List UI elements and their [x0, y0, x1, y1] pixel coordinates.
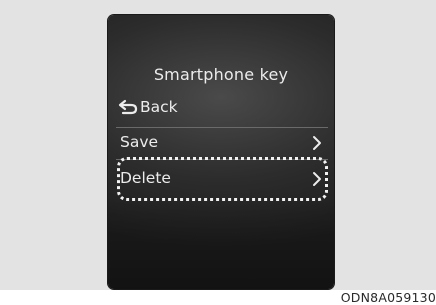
menu-item-label: Save [120, 133, 159, 151]
figure-code: ODN8A059130 [340, 290, 436, 305]
back-button[interactable]: Back [118, 96, 178, 118]
menu-item-save[interactable]: Save [116, 128, 328, 158]
back-label: Back [140, 98, 178, 116]
selection-highlight [117, 157, 328, 201]
cluster-screen: Smartphone key Back Save Delete [108, 15, 334, 289]
back-arrow-icon [118, 99, 138, 115]
chevron-right-icon [313, 136, 321, 150]
page-title: Smartphone key [153, 65, 289, 84]
